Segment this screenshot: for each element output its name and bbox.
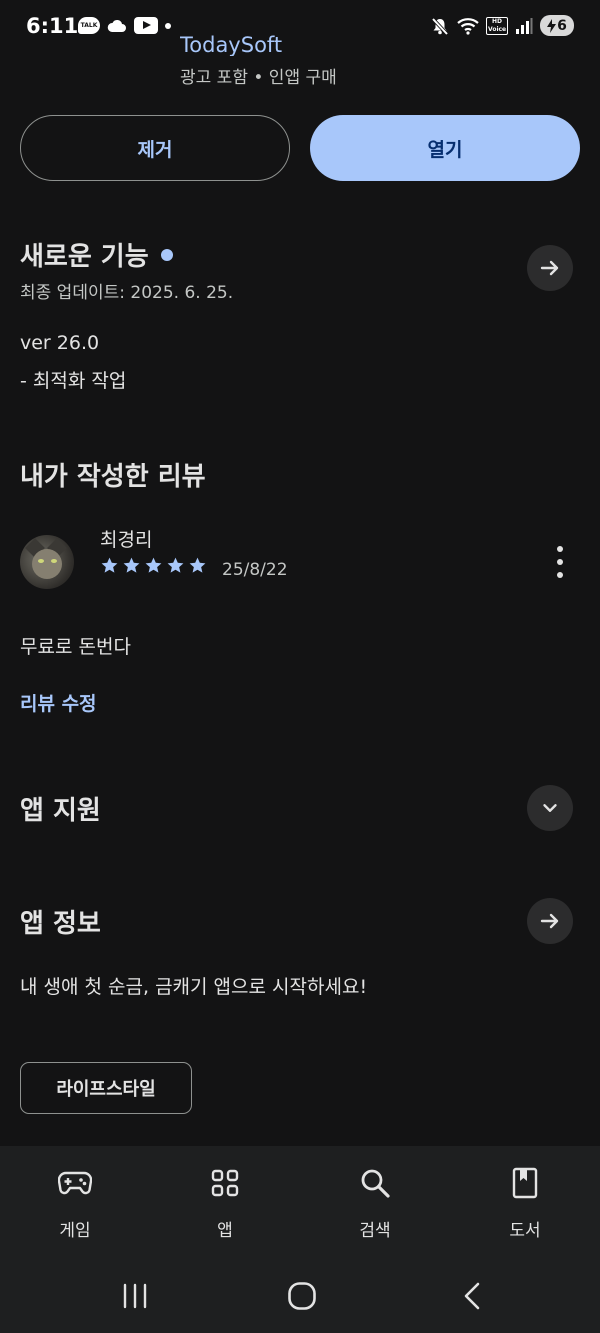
nav-label: 게임 xyxy=(59,1221,91,1241)
developer-name[interactable]: TodaySoft xyxy=(180,30,282,56)
hd-voice-icon: HD Voice xyxy=(486,16,508,35)
book-icon xyxy=(508,1166,542,1200)
gamepad-icon xyxy=(58,1166,92,1200)
recents-button[interactable] xyxy=(115,1278,155,1314)
avatar xyxy=(20,535,74,589)
home-icon xyxy=(288,1282,316,1310)
category-chip[interactable]: 라이프스타일 xyxy=(20,1062,192,1114)
cloud-icon xyxy=(107,19,126,32)
star-icon xyxy=(167,557,184,573)
app-description: 내 생애 첫 순금, 금캐기 앱으로 시작하세요! xyxy=(20,976,368,998)
whats-new-title: 새로운 기능 xyxy=(20,242,149,272)
whats-new-arrow-button[interactable] xyxy=(527,245,573,291)
charging-bolt-icon xyxy=(547,18,557,33)
nav-label: 검색 xyxy=(359,1221,391,1241)
app-support-title[interactable]: 앱 지원 xyxy=(20,790,101,827)
edit-review-link[interactable]: 리뷰 수정 xyxy=(20,689,97,716)
app-info-arrow-button[interactable] xyxy=(527,898,573,944)
last-updated: 최종 업데이트: 2025. 6. 25. xyxy=(20,283,234,303)
app-meta-info: 광고 포함 • 인앱 구매 xyxy=(180,68,337,88)
uninstall-button[interactable]: 제거 xyxy=(20,115,290,181)
nav-label: 도서 xyxy=(509,1221,541,1241)
star-icon xyxy=(145,557,162,573)
app-info-title[interactable]: 앱 정보 xyxy=(20,903,101,940)
back-button[interactable] xyxy=(452,1278,492,1314)
app-support-expand-button[interactable] xyxy=(527,785,573,831)
star-rating xyxy=(100,556,207,575)
review-more-options-button[interactable] xyxy=(550,546,570,578)
system-navigation-bar xyxy=(0,1260,600,1333)
version-text: ver 26.0 xyxy=(20,332,100,354)
nav-search[interactable]: 검색 xyxy=(325,1146,425,1260)
star-icon xyxy=(101,557,118,573)
arrow-right-icon xyxy=(540,260,559,276)
nav-games[interactable]: 게임 xyxy=(25,1146,125,1260)
reviewer-name: 최경리 xyxy=(100,529,153,551)
signal-icon xyxy=(516,17,533,34)
wifi-icon xyxy=(457,17,479,35)
mute-icon xyxy=(431,17,449,35)
whats-new-header[interactable]: 새로운 기능 xyxy=(20,236,173,273)
back-icon xyxy=(464,1282,480,1310)
notification-icons: TALK xyxy=(78,17,171,34)
home-button[interactable] xyxy=(282,1278,322,1314)
apps-grid-icon xyxy=(208,1166,242,1200)
nav-label: 앱 xyxy=(217,1221,233,1241)
more-notifications-dot xyxy=(165,22,171,29)
chevron-down-icon xyxy=(543,804,557,812)
status-time: 6:11 xyxy=(26,14,79,38)
search-icon xyxy=(358,1166,392,1200)
review-text: 무료로 돈번다 xyxy=(20,636,131,658)
review-date: 25/8/22 xyxy=(222,560,288,580)
star-icon xyxy=(189,557,206,573)
status-bar: 6:11 TALK HD Voice 6 xyxy=(0,0,600,56)
star-icon xyxy=(123,557,140,573)
youtube-icon xyxy=(134,17,158,34)
release-notes: - 최적화 작업 xyxy=(20,370,127,392)
my-review-title: 내가 작성한 리뷰 xyxy=(20,462,206,492)
open-button[interactable]: 열기 xyxy=(310,115,580,181)
new-indicator-dot xyxy=(160,248,173,261)
battery-indicator: 6 xyxy=(540,15,574,36)
system-status-icons: HD Voice 6 xyxy=(430,15,574,36)
recents-icon xyxy=(123,1283,147,1309)
nav-apps[interactable]: 앱 xyxy=(175,1146,275,1260)
arrow-right-icon xyxy=(540,913,559,929)
bottom-navigation: 게임 앱 검색 도서 xyxy=(0,1146,600,1260)
kakaotalk-icon: TALK xyxy=(78,17,100,34)
battery-level: 6 xyxy=(557,17,567,34)
app-details-page: 6:11 TALK HD Voice 6 TodaySoft 광고 포함 • 인… xyxy=(0,0,600,1333)
nav-books[interactable]: 도서 xyxy=(475,1146,575,1260)
